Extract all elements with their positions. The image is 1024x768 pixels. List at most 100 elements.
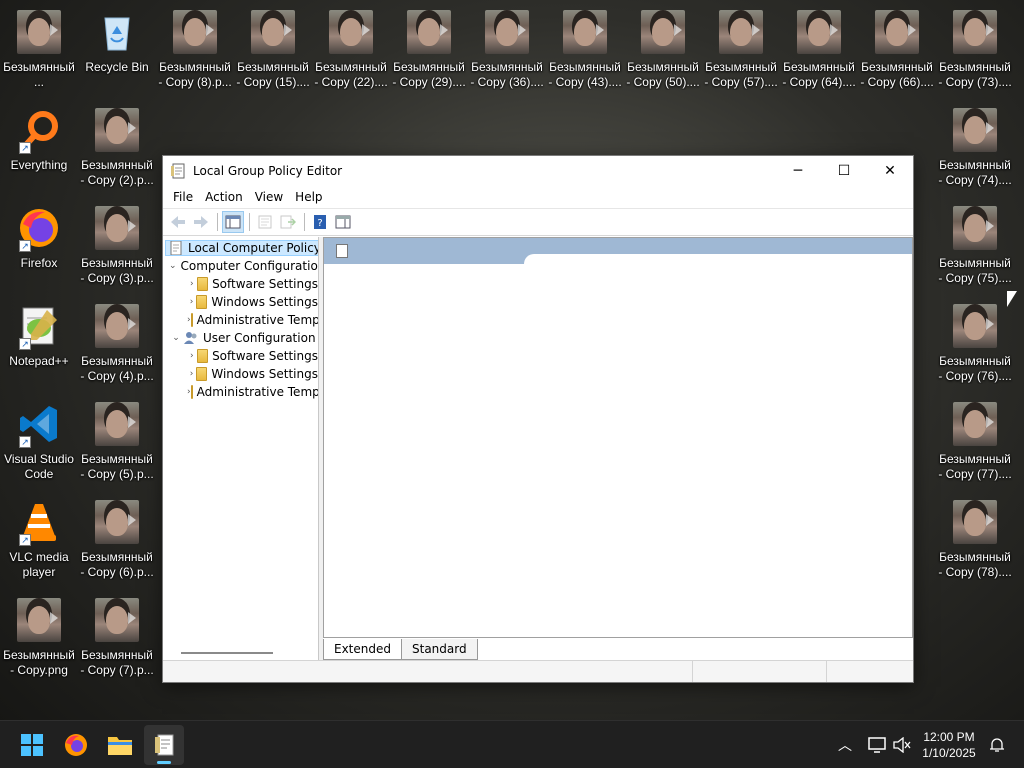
menu-view[interactable]: View [249, 190, 289, 204]
tree-item-user-administrative-templates[interactable]: › Administrative Templates [163, 383, 318, 401]
taskbar-file-explorer[interactable] [100, 725, 140, 765]
minimize-button[interactable]: ─ [775, 156, 821, 186]
taskbar-firefox[interactable] [56, 725, 96, 765]
chevron-down-icon[interactable]: ⌄ [169, 333, 183, 343]
tree-label: Windows Settings [211, 367, 318, 381]
help-button[interactable]: ? [309, 211, 331, 233]
image-thumbnail-icon [95, 206, 139, 250]
tree-item-user-software-settings[interactable]: › Software Settings [163, 347, 318, 365]
notifications-button[interactable] [984, 721, 1010, 768]
image-thumbnail-icon [95, 402, 139, 446]
desktop-icon-label: Firefox [20, 256, 58, 270]
desktop-icon[interactable]: Безымянный - Copy.png [0, 592, 78, 688]
details-pane[interactable] [323, 237, 913, 638]
desktop-icon-label: Безымянный - Copy (77).... [938, 452, 1012, 481]
desktop-icon[interactable]: Безымянный - Copy (3).p... [78, 200, 156, 296]
chevron-right-icon[interactable]: › [187, 297, 196, 307]
desktop-icon[interactable]: Безымянный - Copy (75).... [936, 200, 1014, 296]
chevron-right-icon[interactable]: › [187, 369, 196, 379]
tree-item-local-computer-policy[interactable]: Local Computer Policy [163, 239, 318, 257]
desktop-icon[interactable]: Безымянный - Copy (2).p... [78, 102, 156, 198]
desktop-icon-firefox[interactable]: ↗ Firefox [0, 200, 78, 296]
horizontal-scrollbar[interactable] [181, 652, 273, 654]
desktop-icon[interactable]: Безымянный - Copy (7).p... [78, 592, 156, 688]
desktop-icon-label: Безымянный ... [3, 60, 75, 89]
desktop-icon[interactable]: Безымянный - Copy (50).... [624, 4, 702, 100]
start-button[interactable] [12, 725, 52, 765]
tree-item-computer-configuration[interactable]: ⌄ Computer Configuration [163, 257, 318, 275]
details-pane-header [324, 238, 912, 264]
menu-help[interactable]: Help [289, 190, 328, 204]
export-list-icon [280, 215, 296, 229]
desktop-icon[interactable]: Безымянный - Copy (36).... [468, 4, 546, 100]
show-hide-action-pane-button[interactable] [332, 211, 354, 233]
tab-extended[interactable]: Extended [323, 639, 402, 660]
desktop-icon[interactable]: Безымянный - Copy (57).... [702, 4, 780, 100]
tree-item-administrative-templates[interactable]: › Administrative Templates [163, 311, 318, 329]
folder-icon [196, 295, 208, 309]
folder-icon [108, 737, 132, 755]
image-thumbnail-icon [797, 10, 841, 54]
desktop-icon-notepadpp[interactable]: ↗ Notepad++ [0, 298, 78, 394]
desktop-icon[interactable]: Безымянный - Copy (74).... [936, 102, 1014, 198]
desktop-icon[interactable]: Безымянный - Copy (66).... [858, 4, 936, 100]
desktop-icon-label: Безымянный - Copy (43).... [548, 60, 622, 89]
desktop-icon[interactable]: Безымянный - Copy (15).... [234, 4, 312, 100]
mouse-cursor [1007, 291, 1017, 307]
title-bar[interactable]: Local Group Policy Editor ─ ☐ ✕ [163, 156, 913, 186]
folder-icon [196, 367, 208, 381]
image-thumbnail-icon [485, 10, 529, 54]
tab-standard[interactable]: Standard [401, 639, 478, 660]
forward-arrow-icon [194, 216, 208, 228]
desktop-icon[interactable]: Безымянный - Copy (4).p... [78, 298, 156, 394]
desktop-icon-label: Безымянный - Copy (6).p... [80, 550, 154, 579]
image-thumbnail-icon [953, 304, 997, 348]
desktop-icon[interactable]: Безымянный - Copy (73).... [936, 4, 1014, 100]
show-hide-tree-button[interactable] [222, 211, 244, 233]
network-status[interactable] [864, 721, 890, 768]
menu-action[interactable]: Action [199, 190, 249, 204]
desktop-icon[interactable]: Безымянный - Copy (77).... [936, 396, 1014, 492]
console-tree[interactable]: Local Computer Policy ⌄ Computer Configu… [163, 237, 319, 660]
desktop-icon[interactable]: Безымянный - Copy (8).p... [156, 4, 234, 100]
forward-button[interactable] [190, 211, 212, 233]
desktop-icon-recycle-bin[interactable]: Recycle Bin [78, 4, 156, 100]
desktop-icon[interactable]: Безымянный - Copy (64).... [780, 4, 858, 100]
chevron-right-icon[interactable]: › [187, 351, 197, 361]
close-button[interactable]: ✕ [867, 156, 913, 186]
desktop-icon[interactable]: Безымянный - Copy (6).p... [78, 494, 156, 590]
taskbar-gpedit[interactable] [144, 725, 184, 765]
properties-button[interactable] [254, 211, 276, 233]
chevron-right-icon[interactable]: › [187, 279, 197, 289]
volume-status[interactable] [890, 721, 914, 768]
desktop-icon-vlc[interactable]: ↗ VLC media player [0, 494, 78, 590]
menu-file[interactable]: File [167, 190, 199, 204]
desktop-icon-everything[interactable]: ↗ Everything [0, 102, 78, 198]
desktop-icon[interactable]: Безымянный - Copy (76).... [936, 298, 1014, 394]
image-thumbnail-icon [95, 304, 139, 348]
image-thumbnail-icon [251, 10, 295, 54]
tree-item-software-settings[interactable]: › Software Settings [163, 275, 318, 293]
toolbar-separator [249, 213, 250, 231]
desktop-icon-vscode[interactable]: ↗ Visual Studio Code [0, 396, 78, 492]
back-button[interactable] [167, 211, 189, 233]
vscode-icon: ↗ [17, 402, 61, 448]
system-clock[interactable]: 12:00 PM 1/10/2025 [914, 729, 984, 761]
notepad-plus-plus-icon: ↗ [17, 304, 61, 350]
desktop-icon[interactable]: Безымянный - Copy (5).p... [78, 396, 156, 492]
desktop-icon[interactable]: Безымянный - Copy (22).... [312, 4, 390, 100]
desktop-icon[interactable]: Безымянный - Copy (78).... [936, 494, 1014, 590]
desktop-icon-label: Everything [10, 158, 68, 172]
chevron-down-icon[interactable]: ⌄ [169, 261, 177, 271]
desktop-icon-label: Recycle Bin [85, 60, 149, 74]
show-hidden-icons-button[interactable]: ︿ [832, 721, 858, 768]
desktop-icon[interactable]: Безымянный - Copy (29).... [390, 4, 468, 100]
tree-item-user-configuration[interactable]: ⌄ User Configuration [163, 329, 318, 347]
maximize-button[interactable]: ☐ [821, 156, 867, 186]
action-pane-icon [335, 215, 351, 229]
desktop-icon[interactable]: Безымянный - Copy (43).... [546, 4, 624, 100]
export-list-button[interactable] [277, 211, 299, 233]
tree-item-user-windows-settings[interactable]: › Windows Settings [163, 365, 318, 383]
tree-item-windows-settings[interactable]: › Windows Settings [163, 293, 318, 311]
desktop-icon[interactable]: Безымянный ... [0, 4, 78, 100]
